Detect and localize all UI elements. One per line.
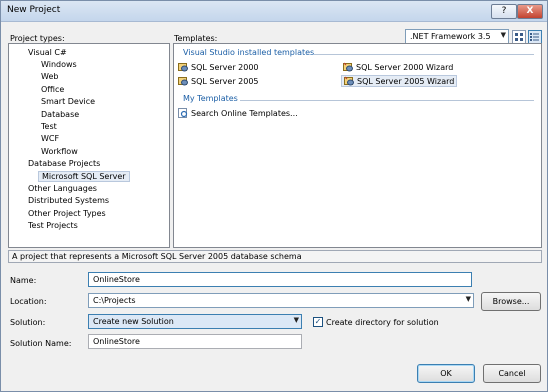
location-value: C:\Projects	[93, 296, 136, 305]
help-button[interactable]: ?	[491, 4, 517, 19]
tree-item[interactable]: Database Projects	[28, 159, 100, 168]
solution-value: Create new Solution	[93, 317, 174, 326]
solution-name-field[interactable]: OnlineStore	[88, 334, 302, 349]
tree-item[interactable]: Other Languages	[28, 184, 97, 193]
tree-item[interactable]: Windows	[41, 60, 77, 69]
name-field[interactable]: OnlineStore	[88, 272, 472, 287]
create-directory-label[interactable]: Create directory for solution	[326, 318, 439, 327]
tree-item[interactable]: Office	[41, 85, 64, 94]
template-item[interactable]: Search Online Templates...	[178, 108, 298, 118]
tree-item[interactable]: Database	[41, 110, 79, 119]
tree-item[interactable]: Other Project Types	[28, 209, 106, 218]
framework-select-value: .NET Framework 3.5	[410, 32, 491, 41]
browse-button[interactable]: Browse...	[481, 292, 541, 311]
tree-item[interactable]: Test	[41, 122, 57, 131]
create-directory-checkbox[interactable]: ✓	[313, 317, 323, 327]
search-online-icon	[178, 108, 188, 118]
template-item[interactable]: SQL Server 2005	[178, 76, 259, 86]
solution-name-label: Solution Name:	[10, 339, 72, 348]
my-templates-header: My Templates	[183, 94, 238, 103]
templates-list[interactable]: Visual Studio installed templates SQL Se…	[173, 43, 542, 248]
template-item[interactable]: SQL Server 2000 Wizard	[343, 62, 453, 72]
name-field-value: OnlineStore	[93, 275, 140, 284]
small-icons-view-icon	[530, 33, 539, 41]
project-types-label: Project types:	[10, 34, 65, 43]
cancel-button[interactable]: Cancel	[483, 364, 541, 383]
solution-select[interactable]: Create new Solution ▼	[88, 314, 302, 329]
template-description: A project that represents a Microsoft SQ…	[8, 250, 542, 263]
group-divider	[314, 54, 534, 55]
template-label: SQL Server 2000	[191, 63, 259, 72]
chevron-down-icon: ▼	[293, 316, 299, 324]
large-icons-view-icon	[515, 33, 523, 41]
small-icons-view-button[interactable]	[528, 30, 542, 44]
ok-button[interactable]: OK	[417, 364, 475, 383]
close-button[interactable]: X	[517, 4, 543, 19]
installed-templates-header: Visual Studio installed templates	[183, 48, 315, 57]
tree-item-selected[interactable]: Microsoft SQL Server	[38, 171, 130, 182]
sql-project-icon	[178, 76, 188, 86]
template-label: SQL Server 2005	[191, 77, 259, 86]
solution-name-value: OnlineStore	[93, 337, 140, 346]
location-combobox[interactable]: C:\Projects ▼	[88, 293, 474, 308]
template-item-selected[interactable]: SQL Server 2005 Wizard	[341, 75, 458, 87]
framework-select[interactable]: .NET Framework 3.5 ▼	[405, 29, 509, 44]
template-label: SQL Server 2005 Wizard	[357, 77, 455, 86]
tree-item[interactable]: WCF	[41, 134, 59, 143]
large-icons-view-button[interactable]	[512, 30, 526, 44]
location-label: Location:	[10, 297, 47, 306]
tree-item[interactable]: Smart Device	[41, 97, 95, 106]
description-text: A project that represents a Microsoft SQ…	[12, 252, 302, 261]
templates-label: Templates:	[174, 34, 218, 43]
sql-wizard-icon	[344, 76, 354, 86]
tree-item[interactable]: Test Projects	[28, 221, 78, 230]
template-label: SQL Server 2000 Wizard	[356, 63, 454, 72]
sql-wizard-icon	[343, 62, 353, 72]
group-divider	[240, 100, 534, 101]
chevron-down-icon[interactable]: ▼	[466, 295, 471, 303]
solution-label: Solution:	[10, 318, 46, 327]
tree-item[interactable]: Distributed Systems	[28, 196, 109, 205]
project-types-tree[interactable]: Visual C# Windows Web Office Smart Devic…	[8, 43, 170, 248]
window-title: New Project	[7, 5, 61, 15]
tree-item[interactable]: Visual C#	[28, 48, 67, 57]
template-label: Search Online Templates...	[191, 109, 298, 118]
name-label: Name:	[10, 276, 37, 285]
new-project-dialog: New Project ? X Project types: Templates…	[0, 0, 548, 392]
title-bar[interactable]: New Project ? X	[1, 1, 547, 22]
tree-item[interactable]: Workflow	[41, 147, 78, 156]
sql-project-icon	[178, 62, 188, 72]
tree-item[interactable]: Web	[41, 72, 58, 81]
template-item[interactable]: SQL Server 2000	[178, 62, 259, 72]
chevron-down-icon: ▼	[500, 31, 506, 39]
